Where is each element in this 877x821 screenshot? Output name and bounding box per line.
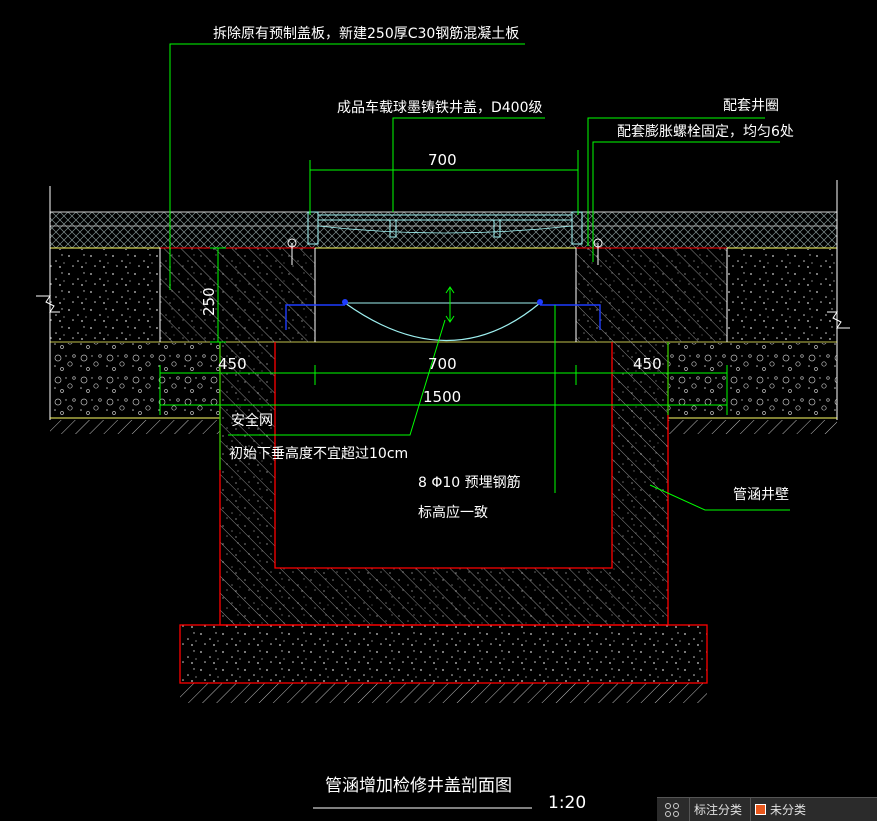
new-concrete-slab	[159, 247, 728, 342]
category-color-swatch	[755, 804, 767, 815]
category-dropdown[interactable]: 未分类	[750, 798, 814, 821]
dim-slab-thickness: 250	[200, 287, 218, 316]
dim-left-width: 450	[218, 355, 247, 373]
dim-total-width: 1500	[423, 388, 461, 406]
wall-note: 管涵井壁	[733, 487, 789, 503]
dim-top-opening: 700	[428, 151, 457, 169]
cover-note: 成品车载球墨铸铁井盖，D400级	[337, 99, 543, 116]
dim-middle-width: 700	[428, 355, 457, 373]
dim-right-width: 450	[633, 355, 662, 373]
drawing-title: 管涵增加检修井盖剖面图	[325, 776, 512, 796]
elevation-note: 标高应一致	[418, 504, 488, 521]
foundation	[179, 624, 708, 684]
safety-net	[285, 286, 601, 342]
section-drawing: 拆除原有预制盖板，新建250厚C30钢筋混凝土板 成品车载球墨铸铁井盖，D400…	[36, 25, 850, 813]
rebar-note: 8 Φ10 预埋钢筋	[418, 474, 521, 491]
drawing-scale: 1:20	[548, 793, 586, 813]
safety-net-label: 安全网	[231, 412, 273, 429]
sag-note: 初始下垂高度不宜超过10cm	[229, 445, 408, 462]
demolish-note: 拆除原有预制盖板，新建250厚C30钢筋混凝土板	[213, 25, 519, 42]
category-label: 未分类	[770, 803, 807, 817]
ring-note: 配套井圈	[723, 98, 779, 114]
annotation-category-button[interactable]: 标注分类	[689, 798, 750, 821]
bolt-note: 配套膨胀螺栓固定，均匀6处	[617, 123, 794, 140]
status-bar: 标注分类 未分类	[657, 797, 877, 821]
annotation-scale-icon[interactable]	[665, 801, 683, 819]
